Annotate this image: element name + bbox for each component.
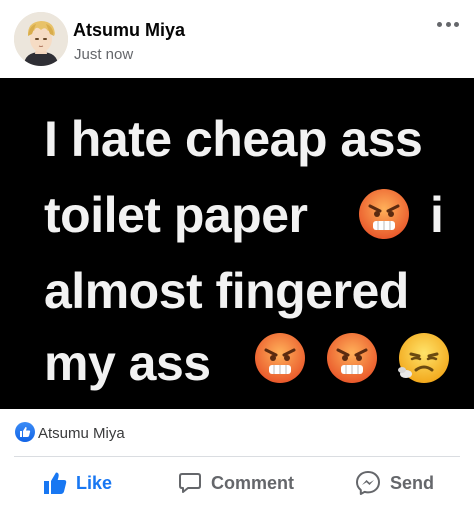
dot xyxy=(445,21,451,27)
post-actions: Like Comment Send xyxy=(0,462,474,505)
post-card: Atsumu Miya Just now I hate cheap ass to… xyxy=(0,0,474,505)
meme-text-word: i xyxy=(430,187,444,243)
angry-face-icon xyxy=(252,330,308,386)
like-button[interactable]: Like xyxy=(43,466,112,500)
post-timestamp[interactable]: Just now xyxy=(74,46,133,63)
dot xyxy=(437,21,442,27)
thumbs-up-icon xyxy=(44,472,67,494)
comment-button[interactable]: Comment xyxy=(178,466,294,500)
avatar-image xyxy=(14,12,68,66)
more-options-icon[interactable] xyxy=(434,14,462,34)
divider xyxy=(14,456,460,457)
reactions-summary[interactable]: Atsumu Miya xyxy=(0,412,474,454)
angry-face-icon xyxy=(356,186,412,242)
comment-label: Comment xyxy=(211,472,295,493)
reactor-names[interactable]: Atsumu Miya xyxy=(38,425,125,442)
meme-text-line: toilet paper xyxy=(44,187,308,243)
tired-face-icon xyxy=(396,330,452,386)
dot xyxy=(454,21,459,27)
meme-text-line: almost fingered xyxy=(44,263,409,319)
avatar[interactable] xyxy=(14,12,68,66)
meme-text-line: my ass xyxy=(44,335,211,391)
post-image[interactable]: I hate cheap ass toilet paper i almost f… xyxy=(0,78,474,409)
post-header: Atsumu Miya Just now xyxy=(0,0,474,78)
author-name[interactable]: Atsumu Miya xyxy=(73,20,185,41)
meme-text-line: I hate cheap ass xyxy=(44,111,423,167)
send-button[interactable]: Send xyxy=(355,466,434,500)
send-label: Send xyxy=(390,472,435,493)
comment-icon xyxy=(179,473,201,493)
angry-face-icon xyxy=(324,330,380,386)
like-label: Like xyxy=(76,472,113,493)
messenger-icon xyxy=(356,471,380,495)
like-reaction-icon xyxy=(15,422,35,442)
